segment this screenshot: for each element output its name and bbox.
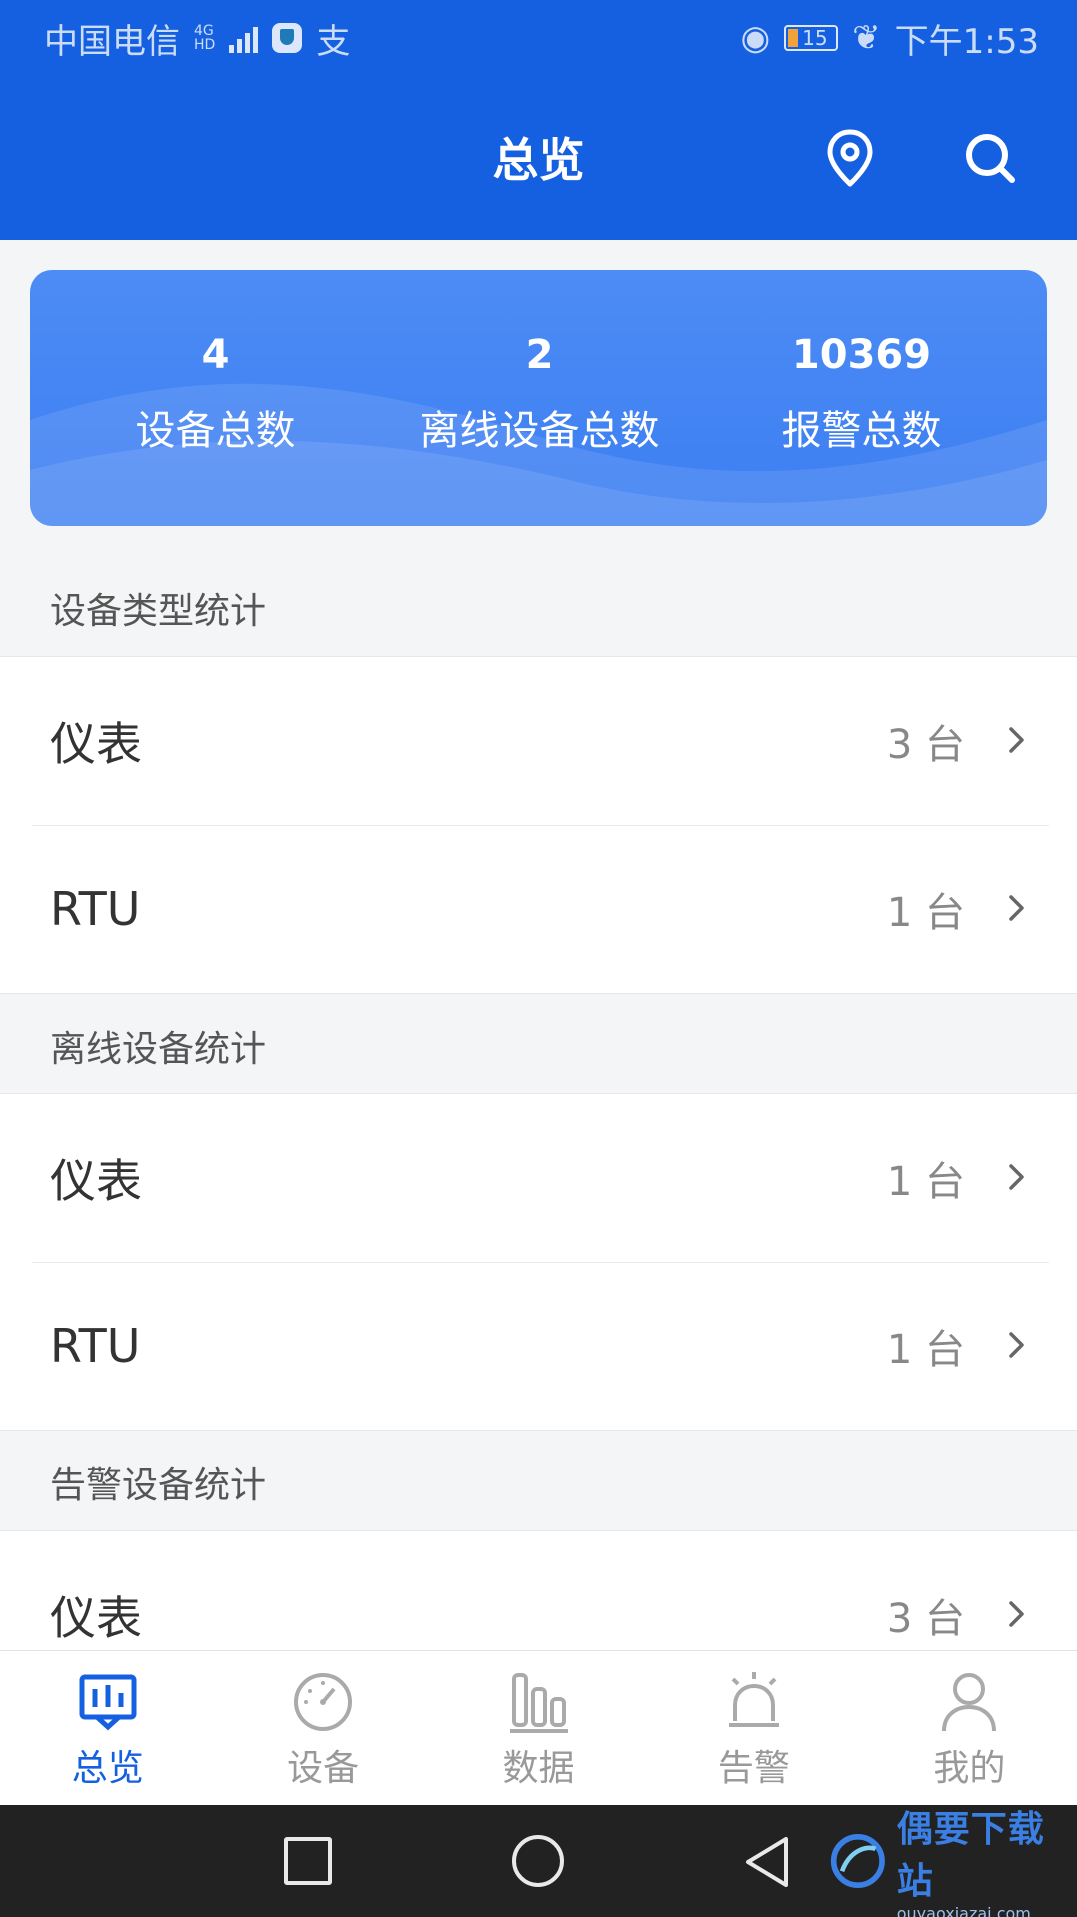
stat-value: 10369 [791, 332, 932, 378]
search-icon[interactable] [962, 128, 1018, 188]
summary-card: 4 设备总数 2 离线设备总数 10369 报警总数 [30, 270, 1047, 526]
item-name: 仪表 [50, 1591, 142, 1645]
device-type-list: 仪表 3 台 RTU 1 台 [0, 656, 1077, 994]
leaf-icon: ❦ [852, 18, 881, 58]
alarm-icon [728, 1672, 779, 1727]
chevron-right-icon [1009, 1332, 1024, 1358]
list-item[interactable]: 仪表 3 台 [0, 657, 1077, 825]
item-name: RTU [50, 882, 141, 936]
profile-icon [942, 1673, 997, 1732]
list-item[interactable]: RTU 1 台 [0, 825, 1077, 993]
page-title: 总览 [492, 133, 585, 187]
status-left: 中国电信 4G HD 支 [44, 14, 350, 63]
nav-alarm[interactable]: 告警 [646, 1651, 861, 1805]
list-item[interactable]: RTU 1 台 [0, 1262, 1077, 1430]
recent-apps-button[interactable] [284, 1837, 332, 1885]
carrier-name: 中国电信 [44, 21, 180, 62]
item-count: 1 台 [886, 890, 965, 936]
nav-device[interactable]: 设备 [215, 1651, 430, 1805]
section-title-offline: 离线设备统计 [0, 1008, 1077, 1084]
watermark-sub: ouyaoxiazai.com [896, 1903, 1031, 1917]
location-icon[interactable] [822, 128, 878, 188]
watermark-text: 偶要下载站 ouyaoxiazai.com [897, 1800, 1069, 1917]
watermark: 偶要下载站 ouyaoxiazai.com [829, 1808, 1069, 1917]
nav-overview[interactable]: 总览 [0, 1651, 215, 1805]
network-type: 4G HD [194, 23, 216, 53]
nav-label: 数据 [502, 1748, 575, 1789]
item-name: RTU [50, 1319, 141, 1373]
stat-alarm-total[interactable]: 10369 报警总数 [692, 330, 1031, 456]
nav-profile[interactable]: 我的 [862, 1651, 1077, 1805]
nav-label: 设备 [287, 1748, 360, 1789]
section-title-alarm: 告警设备统计 [0, 1444, 1077, 1520]
stat-value: 2 [525, 332, 554, 378]
chevron-right-icon [1009, 1601, 1024, 1627]
status-time: 下午1:53 [894, 21, 1039, 62]
watermark-main: 偶要下载站 [896, 1808, 1045, 1902]
watermark-logo-icon [830, 1833, 885, 1889]
app-header: 总览 [0, 76, 1077, 240]
item-count: 1 台 [886, 1159, 965, 1205]
alipay-icon: 支 [316, 21, 351, 62]
nav-label: 我的 [933, 1748, 1006, 1789]
stat-total-devices[interactable]: 4 设备总数 [46, 330, 385, 456]
battery-icon: 15 [784, 25, 839, 51]
stat-value: 4 [201, 332, 230, 378]
chevron-right-icon [1009, 895, 1024, 921]
item-name: 仪表 [50, 1154, 142, 1208]
overview-icon [79, 1674, 137, 1731]
nav-label: 总览 [71, 1748, 144, 1789]
item-name: 仪表 [50, 717, 142, 771]
item-count: 3 台 [886, 1596, 965, 1642]
device-icon [294, 1673, 353, 1731]
status-right: ◉ 15 ❦ 下午1:53 [740, 14, 1039, 63]
stat-label: 离线设备总数 [419, 408, 660, 454]
security-app-icon [272, 23, 303, 53]
item-count: 1 台 [886, 1327, 965, 1373]
nav-data[interactable]: 数据 [431, 1651, 646, 1805]
item-count: 3 台 [886, 722, 965, 768]
status-bar: 中国电信 4G HD 支 ◉ 15 ❦ 下午1:53 [0, 0, 1077, 76]
chevron-right-icon [1009, 1164, 1024, 1190]
eye-comfort-icon: ◉ [740, 18, 771, 58]
home-button[interactable] [512, 1835, 564, 1887]
section-title-device-type: 设备类型统计 [0, 570, 1077, 646]
bottom-nav: 总览 设备 数据 告警 我的 [0, 1650, 1077, 1805]
data-icon [509, 1673, 568, 1733]
offline-device-list: 仪表 1 台 RTU 1 台 [0, 1093, 1077, 1431]
stat-offline-devices[interactable]: 2 离线设备总数 [370, 330, 709, 456]
stat-label: 报警总数 [781, 408, 942, 454]
chevron-right-icon [1009, 727, 1024, 753]
signal-icon [229, 23, 259, 53]
list-item[interactable]: 仪表 1 台 [0, 1094, 1077, 1262]
battery-level: 15 [802, 26, 828, 50]
back-button[interactable] [742, 1835, 792, 1889]
nav-label: 告警 [717, 1748, 790, 1789]
stat-label: 设备总数 [135, 408, 296, 454]
